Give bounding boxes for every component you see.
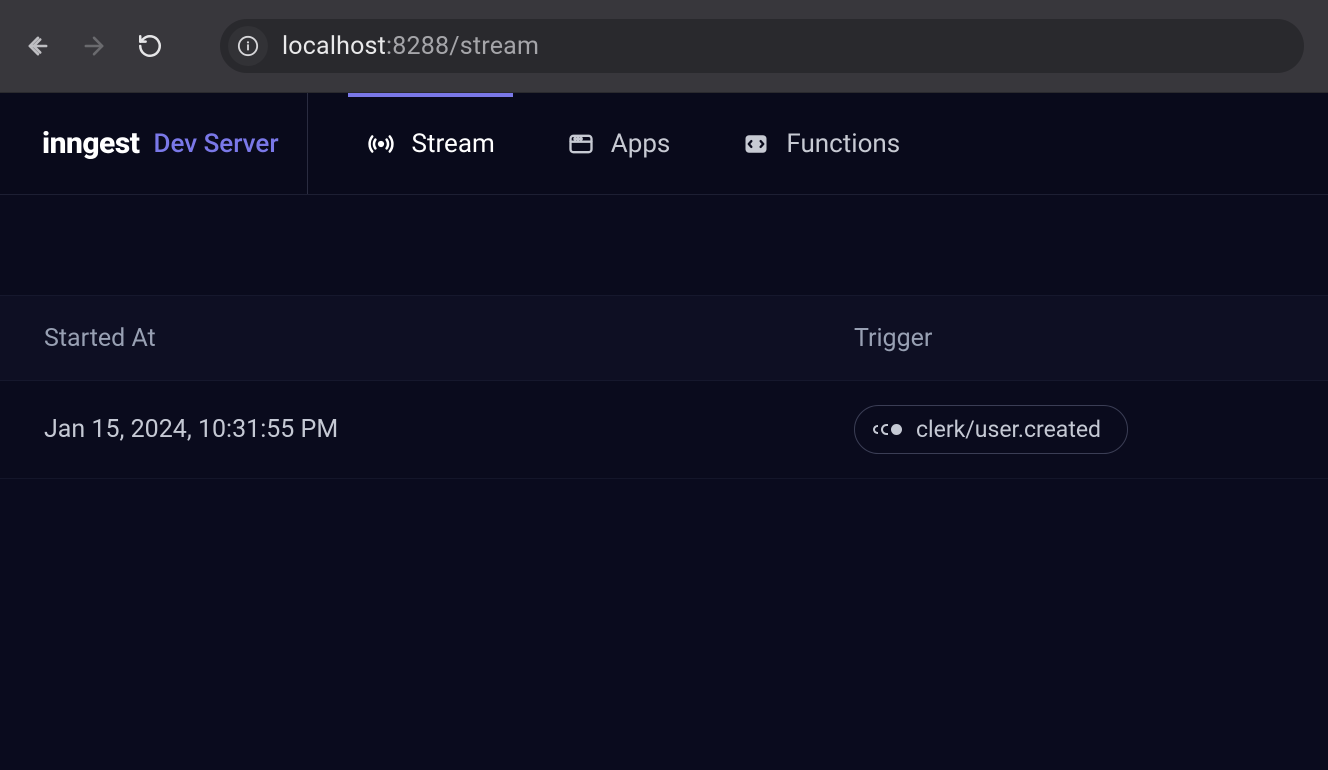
content-spacer	[0, 195, 1328, 295]
content-fill	[0, 479, 1328, 770]
url-host: localhost	[282, 32, 386, 61]
tab-functions-label: Functions	[786, 129, 900, 159]
logo-section: inngest Dev Server	[42, 93, 308, 194]
col-header-started-at: Started At	[44, 324, 854, 353]
functions-icon	[742, 130, 770, 158]
tab-stream-label: Stream	[412, 129, 495, 159]
browser-toolbar: localhost:8288/stream	[0, 0, 1328, 93]
table-row[interactable]: Jan 15, 2024, 10:31:55 PM clerk/user.cre…	[0, 381, 1328, 479]
brand-subtitle: Dev Server	[153, 129, 278, 159]
app-header: inngest Dev Server Stream Apps Functions	[0, 93, 1328, 195]
tab-functions[interactable]: Functions	[706, 93, 936, 194]
event-icon	[873, 424, 902, 435]
forward-button[interactable]	[80, 32, 108, 60]
tab-apps-label: Apps	[611, 129, 671, 159]
nav-tabs: Stream Apps Functions	[330, 93, 937, 194]
brand-logo: inngest	[42, 126, 139, 161]
stream-icon	[366, 129, 396, 159]
col-header-trigger: Trigger	[854, 324, 932, 353]
trigger-pill[interactable]: clerk/user.created	[854, 405, 1128, 454]
tab-apps[interactable]: Apps	[531, 93, 707, 194]
address-bar[interactable]: localhost:8288/stream	[220, 19, 1304, 73]
table-header: Started At Trigger	[0, 295, 1328, 381]
apps-icon	[567, 130, 595, 158]
back-button[interactable]	[24, 32, 52, 60]
browser-nav-buttons	[24, 32, 164, 60]
site-info-icon[interactable]	[228, 26, 268, 66]
content-area: Started At Trigger Jan 15, 2024, 10:31:5…	[0, 195, 1328, 770]
trigger-label: clerk/user.created	[916, 416, 1101, 443]
reload-button[interactable]	[136, 32, 164, 60]
url-path: :8288/stream	[386, 32, 539, 61]
cell-started-at: Jan 15, 2024, 10:31:55 PM	[44, 415, 854, 444]
tab-stream[interactable]: Stream	[330, 93, 531, 194]
url-text: localhost:8288/stream	[282, 32, 539, 61]
